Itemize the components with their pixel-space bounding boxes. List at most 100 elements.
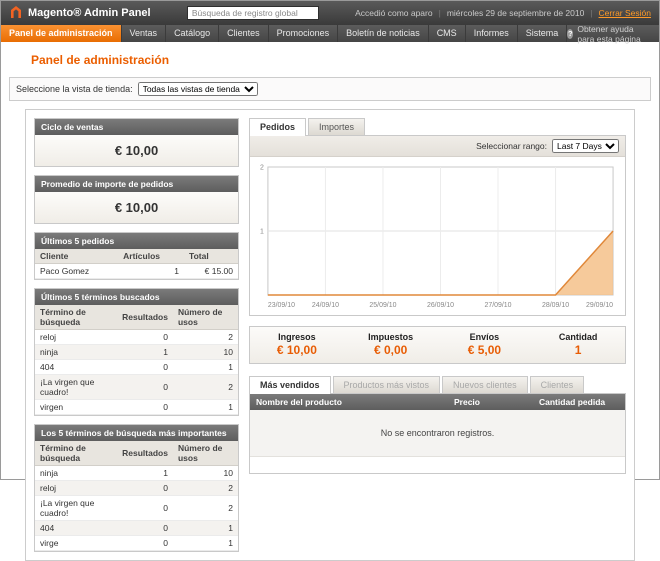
table-cell: 0 [117, 330, 173, 345]
table-cell: 0 [117, 521, 173, 536]
table-cell: ninja [35, 466, 117, 481]
table-row[interactable]: 40401 [35, 360, 238, 375]
table-cell: reloj [35, 481, 117, 496]
table-row[interactable]: Paco Gomez1€ 15.00 [35, 264, 238, 279]
panel-title: Los 5 términos de búsqueda más important… [35, 425, 238, 441]
nav-item-cms[interactable]: CMS [429, 25, 466, 42]
nav-item-system[interactable]: Sistema [518, 25, 568, 42]
bestsellers-box: Nombre del productoPrecioCantidad pedida… [249, 393, 626, 474]
column-header: Cantidad pedida [533, 394, 625, 410]
store-view-select[interactable]: Todas las vistas de tienda [138, 82, 258, 96]
magento-logo-icon [9, 5, 23, 21]
tab-bestsellers[interactable]: Más vendidos [249, 376, 331, 394]
nav-item-newsletter[interactable]: Boletín de noticias [338, 25, 429, 42]
table-header-row: Nombre del productoPrecioCantidad pedida [250, 394, 625, 410]
table-cell: 0 [117, 536, 173, 551]
panel-title: Últimos 5 términos buscados [35, 289, 238, 305]
table-cell: 0 [117, 400, 173, 415]
totals-bar: Ingresos € 10,00 Impuestos € 0,00 Envíos… [249, 326, 626, 364]
store-view-label: Seleccione la vista de tienda: [16, 84, 133, 94]
content-area: Panel de administración Seleccione la vi… [1, 42, 659, 561]
magento-admin-window: Magento® Admin Panel Accedió como aparo … [0, 0, 660, 480]
table-cell: 1 [173, 400, 238, 415]
table-row[interactable]: reloj02 [35, 481, 238, 496]
table-row[interactable]: ¡La virgen que cuadro!02 [35, 375, 238, 400]
svg-text:29/09/10: 29/09/10 [586, 302, 613, 309]
column-header: Precio [448, 394, 533, 410]
stat-revenue: Ingresos € 10,00 [250, 332, 344, 357]
logout-link[interactable]: Cerrar Sesión [599, 8, 651, 18]
range-select[interactable]: Last 7 Days [552, 139, 619, 153]
column-header: Resultados [117, 305, 173, 330]
table-cell: 10 [173, 466, 238, 481]
orders-chart: 1223/09/1024/09/1025/09/1026/09/1027/09/… [250, 157, 625, 315]
svg-text:27/09/10: 27/09/10 [484, 302, 511, 309]
tab-amounts[interactable]: Importes [308, 118, 365, 135]
column-header: Término de búsqueda [35, 305, 117, 330]
table-row[interactable]: 40401 [35, 521, 238, 536]
svg-text:25/09/10: 25/09/10 [369, 302, 396, 309]
average-orders-value: € 10,00 [35, 192, 238, 223]
table-header-row: Término de búsquedaResultadosNúmero de u… [35, 305, 238, 330]
last-orders-panel: Últimos 5 pedidos ClienteArtículosTotal … [34, 232, 239, 280]
tab-new-customers[interactable]: Nuevos clientes [442, 376, 528, 393]
tab-most-viewed[interactable]: Productos más vistos [333, 376, 441, 393]
app-title: Magento® Admin Panel [28, 7, 151, 19]
tab-customers[interactable]: Clientes [530, 376, 585, 393]
nav-item-customers[interactable]: Clientes [219, 25, 269, 42]
column-header: Número de usos [173, 441, 238, 466]
left-column: Ciclo de ventas € 10,00 Promedio de impo… [34, 118, 239, 552]
dashboard-panel: Ciclo de ventas € 10,00 Promedio de impo… [25, 109, 635, 561]
nav-item-promotions[interactable]: Promociones [269, 25, 339, 42]
stat-value: € 0,00 [344, 343, 438, 357]
svg-text:2: 2 [260, 164, 264, 171]
svg-text:1: 1 [260, 228, 264, 235]
top-search-terms-panel: Los 5 términos de búsqueda más important… [34, 424, 239, 552]
panel-title: Últimos 5 pedidos [35, 233, 238, 249]
tab-orders[interactable]: Pedidos [249, 118, 306, 136]
page-help-link[interactable]: ? Obtener ayuda para esta página [567, 25, 659, 42]
table-header-row: Término de búsquedaResultadosNúmero de u… [35, 441, 238, 466]
column-header: Artículos [118, 249, 184, 264]
global-search-input[interactable] [187, 6, 319, 20]
stat-label: Envíos [438, 332, 532, 342]
table-cell: € 15.00 [184, 264, 238, 279]
separator: | [590, 8, 592, 18]
table-row[interactable]: virge01 [35, 536, 238, 551]
table-row[interactable]: ¡La virgen que cuadro!02 [35, 496, 238, 521]
last-orders-table: ClienteArtículosTotal Paco Gomez1€ 15.00 [35, 249, 238, 279]
table-row[interactable]: reloj02 [35, 330, 238, 345]
column-header: Nombre del producto [250, 394, 448, 410]
main-nav: Panel de administración Ventas Catálogo … [1, 25, 659, 42]
table-cell: 1 [117, 466, 173, 481]
table-cell: ninja [35, 345, 117, 360]
last-search-terms-panel: Últimos 5 términos buscados Término de b… [34, 288, 239, 416]
table-cell: 1 [173, 360, 238, 375]
table-row[interactable]: virgen01 [35, 400, 238, 415]
table-cell: 1 [117, 345, 173, 360]
nav-item-catalog[interactable]: Catálogo [166, 25, 219, 42]
global-search [187, 6, 319, 20]
table-cell: 0 [117, 481, 173, 496]
chart-tabs: Pedidos Importes [249, 118, 626, 135]
column-header: Total [184, 249, 238, 264]
column-header: Término de búsqueda [35, 441, 117, 466]
table-row[interactable]: ninja110 [35, 345, 238, 360]
lifetime-sales-panel: Ciclo de ventas € 10,00 [34, 118, 239, 167]
nav-item-reports[interactable]: Informes [466, 25, 518, 42]
store-switcher: Seleccione la vista de tienda: Todas las… [9, 77, 651, 101]
bestsellers-table: Nombre del productoPrecioCantidad pedida [250, 394, 625, 410]
help-label: Obtener ayuda para esta página [577, 24, 652, 44]
brand[interactable]: Magento® Admin Panel [9, 5, 151, 21]
svg-text:24/09/10: 24/09/10 [312, 302, 339, 309]
nav-item-dashboard[interactable]: Panel de administración [1, 25, 122, 42]
table-cell: 2 [173, 330, 238, 345]
table-cell: 0 [117, 375, 173, 400]
table-cell: virge [35, 536, 117, 551]
nav-item-sales[interactable]: Ventas [122, 25, 167, 42]
table-row[interactable]: ninja110 [35, 466, 238, 481]
top-search-terms-table: Término de búsquedaResultadosNúmero de u… [35, 441, 238, 551]
stat-value: 1 [531, 343, 625, 357]
session-info: Accedió como aparo | miércoles 29 de sep… [355, 8, 651, 18]
stat-value: € 5,00 [438, 343, 532, 357]
